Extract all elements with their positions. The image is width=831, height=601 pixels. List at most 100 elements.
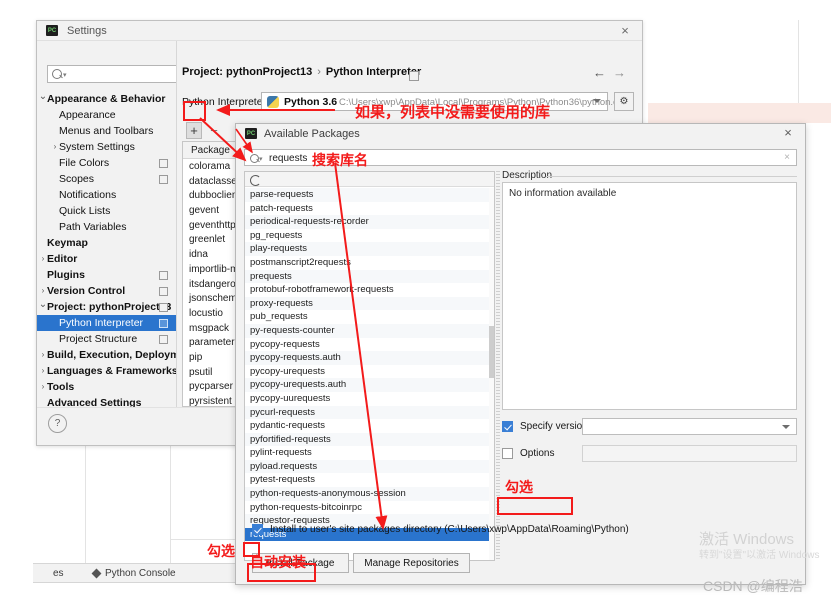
settings-modified-icon xyxy=(159,175,168,184)
search-icon xyxy=(52,69,62,79)
ide-vline-2 xyxy=(170,446,171,563)
list-item[interactable]: python-requests-bitcoinrpc xyxy=(245,501,494,515)
list-item[interactable]: pycopy-urequests xyxy=(245,365,494,379)
interpreter-name: Python 3.6 xyxy=(284,96,338,108)
options-input[interactable] xyxy=(582,445,797,462)
sidebar-item-system-settings[interactable]: › System Settings xyxy=(37,139,176,155)
sidebar-item-quick-lists[interactable]: Quick Lists xyxy=(37,203,176,219)
list-item[interactable]: proxy-requests xyxy=(245,296,494,311)
sidebar-item-path-variables[interactable]: Path Variables xyxy=(37,219,176,235)
breadcrumb: Project: pythonProject13 › Python Interpre… xyxy=(182,66,421,78)
list-item[interactable]: play-requests xyxy=(245,242,494,256)
sidebar-item-python-interpreter[interactable]: Python Interpreter xyxy=(37,315,176,331)
sidebar-item-label: Menus and Toolbars xyxy=(59,125,154,137)
sidebar-item-editor[interactable]: › Editor xyxy=(37,251,176,267)
sidebar-item-languages-frameworks[interactable]: › Languages & Frameworks xyxy=(37,363,176,379)
specify-version-select[interactable] xyxy=(582,418,797,435)
breadcrumb-project[interactable]: Project: pythonProject13 xyxy=(182,66,312,78)
sidebar-item-tools[interactable]: › Tools xyxy=(37,379,176,395)
close-icon[interactable]: × xyxy=(618,24,632,38)
manage-repositories-button[interactable]: Manage Repositories xyxy=(353,553,470,573)
available-packages-dialog: PC Available Packages × ▾ requests × par… xyxy=(235,123,806,585)
list-item[interactable]: pub_requests xyxy=(245,310,494,324)
sidebar-item-plugins[interactable]: Plugins xyxy=(37,267,176,283)
options-checkbox[interactable] xyxy=(502,448,513,459)
sidebar-item-label: Path Variables xyxy=(59,221,127,233)
sidebar-item-version-control[interactable]: › Version Control xyxy=(37,283,176,299)
description-panel: No information available xyxy=(502,182,797,410)
forward-arrow-icon[interactable]: → xyxy=(613,65,633,80)
windows-activation-watermark-line2: 转到"设置"以激活 Windows xyxy=(699,550,820,561)
sidebar-item-file-colors[interactable]: File Colors xyxy=(37,155,176,171)
python-logo-icon xyxy=(267,96,279,108)
sidebar-item-label: Editor xyxy=(47,253,78,265)
list-item[interactable]: prequests xyxy=(245,269,494,284)
breadcrumb-mini-icon xyxy=(409,71,419,81)
refresh-icon[interactable] xyxy=(250,175,261,186)
close-icon[interactable]: × xyxy=(781,126,795,140)
sidebar-item-project-pythonproject13[interactable]: ⌄ Project: pythonProject13 xyxy=(37,299,176,315)
package-list-scrollbar[interactable] xyxy=(489,188,494,560)
sidebar-item-label: Python Interpreter xyxy=(59,317,144,329)
sidebar-item-label: Appearance xyxy=(59,109,116,121)
remove-package-button[interactable]: − xyxy=(206,122,222,139)
description-text: No information available xyxy=(509,188,617,199)
settings-modified-icon xyxy=(159,287,168,296)
list-item[interactable]: pytest-requests xyxy=(245,473,494,487)
sidebar-item-appearance-behavior[interactable]: ⌄ Appearance & Behavior xyxy=(37,91,176,107)
python-console-label[interactable]: Python Console xyxy=(105,568,176,579)
install-user-site-label: Install to user's site packages director… xyxy=(270,524,629,535)
add-package-button[interactable]: + xyxy=(186,122,202,139)
breadcrumb-separator: › xyxy=(317,66,321,78)
sidebar-item-build-execution-deployment[interactable]: ›Build, Execution, Deployment xyxy=(37,347,176,363)
list-item[interactable]: periodical-requests-recorder xyxy=(245,215,494,229)
list-item[interactable]: pycopy-requests xyxy=(245,338,494,352)
sidebar-item-project-structure[interactable]: Project Structure xyxy=(37,331,176,347)
sidebar-item-label: Project: pythonProject13 xyxy=(47,301,172,313)
csdn-watermark: CSDN @编程浩 xyxy=(703,578,803,594)
chevron-down-icon: ▾ xyxy=(259,156,263,163)
sidebar-item-menus-and-toolbars[interactable]: Menus and Toolbars xyxy=(37,123,176,139)
list-item[interactable]: pydantic-requests xyxy=(245,419,494,433)
sidebar-item-advanced-settings[interactable]: Advanced Settings xyxy=(37,395,176,407)
sidebar-item-notifications[interactable]: Notifications xyxy=(37,187,176,203)
list-item[interactable]: protobuf-robotframework-requests xyxy=(245,283,494,297)
clear-search-icon[interactable]: × xyxy=(784,152,790,163)
list-item[interactable]: pg_requests xyxy=(245,229,494,243)
list-item[interactable]: pycopy-uurequests xyxy=(245,392,494,406)
pycharm-icon: PC xyxy=(245,128,257,139)
sidebar-item-scopes[interactable]: Scopes xyxy=(37,171,176,187)
sidebar-item-appearance[interactable]: Appearance xyxy=(37,107,176,123)
settings-modified-icon xyxy=(159,319,168,328)
notification-strip xyxy=(648,103,831,123)
dialog-title: Available Packages xyxy=(264,128,360,140)
list-item[interactable]: pyload.requests xyxy=(245,459,494,474)
highlight-specify-version xyxy=(497,497,573,515)
list-item[interactable]: patch-requests xyxy=(245,202,494,216)
install-user-site-checkbox[interactable] xyxy=(252,524,263,535)
list-item[interactable]: pycopy-urequests.auth xyxy=(245,378,494,392)
sidebar-item-keymap[interactable]: Keymap xyxy=(37,235,176,251)
list-item[interactable]: postmanscript2requests xyxy=(245,256,494,270)
breadcrumb-page: Python Interpreter xyxy=(325,66,422,78)
sidebar-item-label: Version Control xyxy=(47,285,126,297)
highlight-install-user-site xyxy=(243,542,260,557)
sidebar-item-label: Advanced Settings xyxy=(47,397,142,407)
interpreter-settings-button[interactable]: ⚙ xyxy=(614,92,634,111)
list-item[interactable]: pycurl-requests xyxy=(245,405,494,420)
back-arrow-icon[interactable]: ← xyxy=(593,65,613,80)
list-item[interactable]: pycopy-requests.auth xyxy=(245,351,494,365)
specify-version-checkbox[interactable] xyxy=(502,421,513,432)
list-item[interactable]: parse-requests xyxy=(245,188,494,202)
list-item[interactable]: python-requests-anonymous-session xyxy=(245,487,494,501)
help-button[interactable]: ? xyxy=(48,414,67,433)
column-header-package[interactable]: Package xyxy=(191,145,230,156)
sidebar-item-label: Plugins xyxy=(47,269,85,281)
settings-modified-icon xyxy=(159,271,168,280)
list-item[interactable]: pylint-requests xyxy=(245,446,494,460)
available-packages-list: parse-requests patch-requests periodical-r… xyxy=(244,171,495,561)
scrollbar-thumb[interactable] xyxy=(489,326,494,378)
install-user-site-row: Install to user's site packages director… xyxy=(252,523,772,538)
list-item[interactable]: pyfortified-requests xyxy=(245,432,494,447)
list-item[interactable]: py-requests-counter xyxy=(245,323,494,338)
